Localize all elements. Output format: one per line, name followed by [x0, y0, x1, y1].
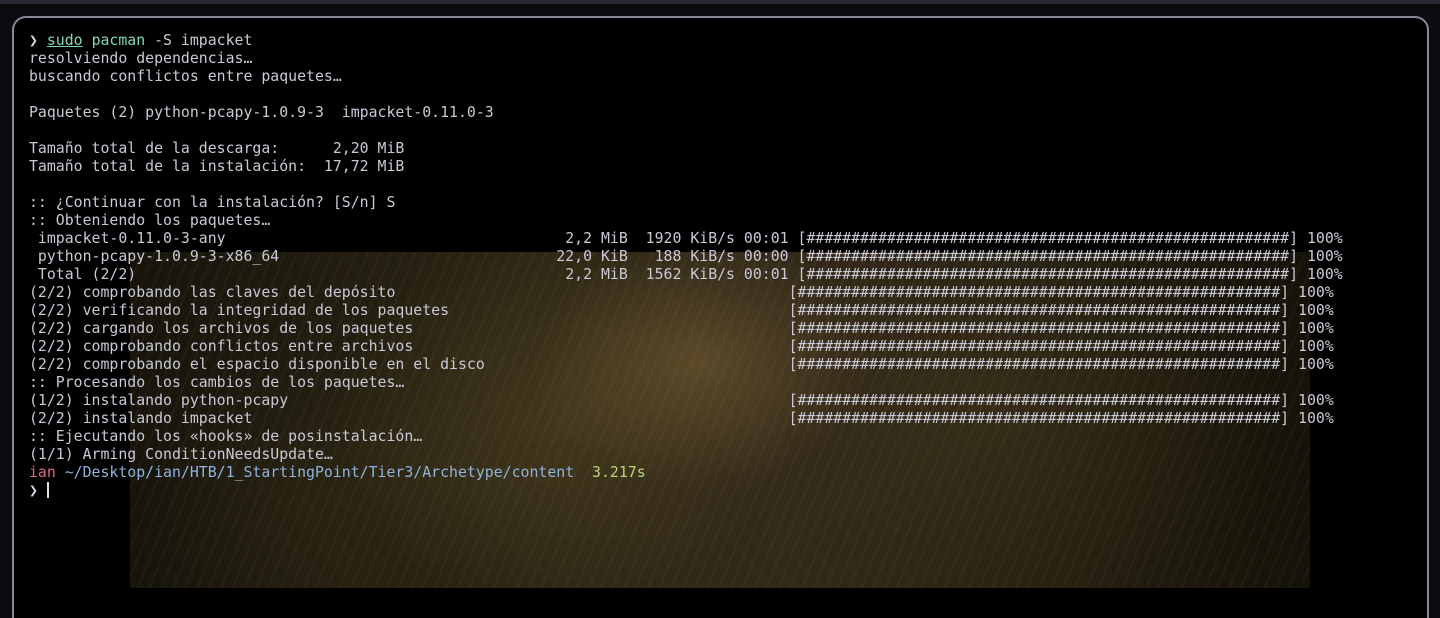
progress-line: (2/2) verificando la integridad de los p… [29, 301, 1334, 319]
progress-line: (2/2) comprobando el espacio disponible … [29, 355, 1334, 373]
progress-line: (1/2) instalando python-pcapy [#########… [29, 391, 1334, 409]
input-line[interactable]: ❯ [29, 481, 1343, 499]
output-line: :: Procesando los cambios de los paquete… [29, 373, 405, 391]
prompt-symbol: ❯ [29, 481, 38, 499]
download-line: Total (2/2) 2,2 MiB 1562 KiB/s 00:01 [##… [29, 265, 1343, 283]
output-line: :: ¿Continuar con la instalación? [S/n] … [29, 193, 396, 211]
output-line: Paquetes (2) python-pcapy-1.0.9-3 impack… [29, 103, 494, 121]
prompt-symbol: ❯ [29, 31, 38, 49]
progress-line: (2/2) instalando impacket [#############… [29, 409, 1334, 427]
command-duration: 3.217s [574, 463, 646, 481]
text-cursor [46, 482, 49, 498]
command-line: ❯ sudo pacman -S impacket [29, 31, 1343, 49]
progress-line: (2/2) cargando los archivos de los paque… [29, 319, 1334, 337]
output-line: :: Obteniendo los paquetes… [29, 211, 271, 229]
output-line: Tamaño total de la instalación: 17,72 Mi… [29, 157, 405, 175]
output-line: (1/1) Arming ConditionNeedsUpdate… [29, 445, 333, 463]
output-line: :: Ejecutando los «hooks» de posinstalac… [29, 427, 423, 445]
terminal-window[interactable]: ❯ sudo pacman -S impacket resolviendo dep… [12, 16, 1429, 618]
status-line: ian ~/Desktop/ian/HTB/1_StartingPoint/Ti… [29, 463, 1343, 481]
top-bar [0, 0, 1440, 4]
prompt-user: ian [29, 463, 56, 481]
download-line: python-pcapy-1.0.9-3-x86_64 22,0 KiB 188… [29, 247, 1343, 265]
command-args: -S impacket [145, 31, 253, 49]
download-line: impacket-0.11.0-3-any 2,2 MiB 1920 KiB/s… [29, 229, 1343, 247]
output-line: buscando conflictos entre paquetes… [29, 67, 342, 85]
prompt-path: ~/Desktop/ian/HTB/1_StartingPoint/Tier3/… [55, 463, 575, 481]
progress-line: (2/2) comprobando las claves del depósit… [29, 283, 1334, 301]
output-line: resolviendo dependencias… [29, 49, 253, 67]
progress-line: (2/2) comprobando conflictos entre archi… [29, 337, 1334, 355]
command-sudo: sudo [46, 31, 83, 49]
command-program: pacman [91, 31, 146, 49]
output-line: Tamaño total de la descarga: 2,20 MiB [29, 139, 405, 157]
terminal-output[interactable]: ❯ sudo pacman -S impacket resolviendo dep… [29, 31, 1343, 499]
